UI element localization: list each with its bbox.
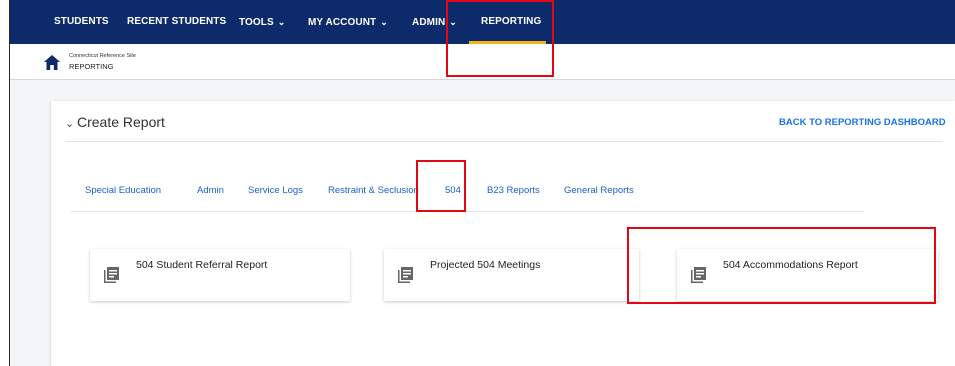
nav-students[interactable]: STUDENTS xyxy=(54,0,109,44)
tabs-divider xyxy=(71,211,864,212)
report-card-projected-504-meetings[interactable]: Projected 504 Meetings xyxy=(384,249,639,301)
nav-my-account-label: MY ACCOUNT xyxy=(308,17,377,28)
back-to-dashboard-link[interactable]: BACK TO REPORTING DASHBOARD xyxy=(779,117,946,128)
nav-reporting[interactable]: REPORTING xyxy=(481,0,541,44)
breadcrumb-bar xyxy=(10,44,955,80)
nav-tools[interactable]: TOOLS ⌄ xyxy=(239,0,285,44)
collapse-chevron-icon: ⌄ xyxy=(65,118,75,130)
nav-tools-label: TOOLS xyxy=(239,17,274,28)
nav-recent-students-label: RECENT STUDENTS xyxy=(127,16,227,27)
report-card-504-accommodations[interactable]: 504 Accommodations Report xyxy=(677,249,938,301)
chevron-down-icon: ⌄ xyxy=(380,17,388,27)
chevron-down-icon: ⌄ xyxy=(449,17,457,27)
tab-restraint-seclusion[interactable]: Restraint & Seclusion xyxy=(328,185,419,196)
app-frame: STUDENTS RECENT STUDENTS TOOLS ⌄ MY ACCOU… xyxy=(9,0,955,366)
nav-reporting-label: REPORTING xyxy=(481,16,542,27)
tab-general-reports[interactable]: General Reports xyxy=(564,185,634,196)
panel-title: Create Report xyxy=(77,114,165,130)
report-list-icon xyxy=(691,267,706,283)
report-label: 504 Student Referral Report xyxy=(136,259,268,271)
create-report-header[interactable]: ⌄ Create Report xyxy=(65,114,165,130)
report-label: Projected 504 Meetings xyxy=(430,259,541,271)
report-list-icon xyxy=(398,267,413,283)
nav-recent-students[interactable]: RECENT STUDENTS xyxy=(127,0,226,44)
nav-my-account[interactable]: MY ACCOUNT ⌄ xyxy=(308,0,388,44)
panel-divider xyxy=(65,141,943,142)
tab-b23-reports[interactable]: B23 Reports xyxy=(487,185,540,196)
tab-admin[interactable]: Admin xyxy=(197,185,224,196)
chevron-down-icon: ⌄ xyxy=(277,17,286,27)
report-card-504-student-referral[interactable]: 504 Student Referral Report xyxy=(90,249,350,301)
breadcrumb-site: Connecticut Reference Site xyxy=(69,53,136,59)
report-list-icon xyxy=(104,267,119,283)
report-label: 504 Accommodations Report xyxy=(723,259,858,271)
nav-students-label: STUDENTS xyxy=(54,16,109,27)
home-icon[interactable] xyxy=(44,55,60,70)
tab-504[interactable]: 504 xyxy=(445,185,461,196)
tab-service-logs[interactable]: Service Logs xyxy=(248,185,303,196)
top-navigation-bar: STUDENTS RECENT STUDENTS TOOLS ⌄ MY ACCOU… xyxy=(10,0,955,44)
breadcrumb-page: REPORTING xyxy=(69,62,114,71)
tab-special-education[interactable]: Special Education xyxy=(85,185,161,196)
nav-admin-label: ADMIN xyxy=(412,17,446,28)
create-report-panel: ⌄ Create Report BACK TO REPORTING DASHBOA… xyxy=(51,101,955,366)
nav-admin[interactable]: ADMIN ⌄ xyxy=(412,0,457,44)
